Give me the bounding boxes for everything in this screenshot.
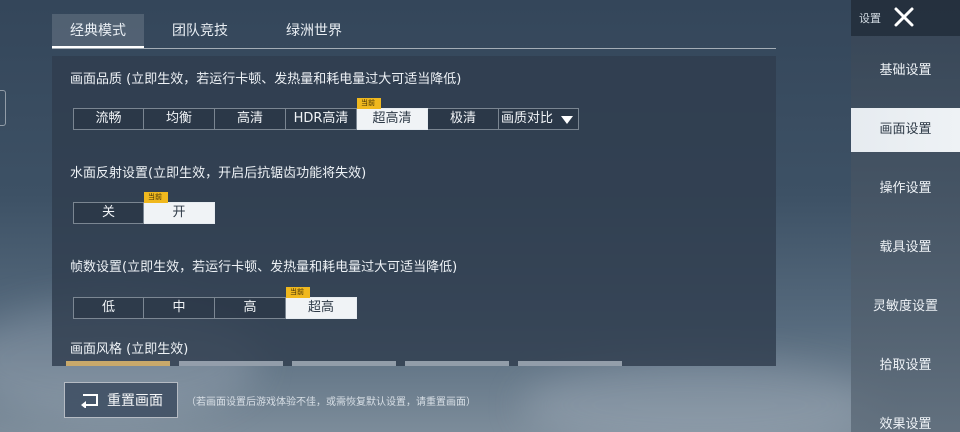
sidebar-item-effects[interactable]: 效果设置 <box>851 403 960 432</box>
tab-divider <box>52 48 776 49</box>
sidebar-item-basic[interactable]: 基础设置 <box>851 49 960 93</box>
reset-graphics-button[interactable]: 重置画面 <box>64 382 178 418</box>
background-cloud <box>520 360 880 432</box>
fps-option-ultra[interactable]: 当前 超高 <box>286 287 357 319</box>
sidebar-item-pickup[interactable]: 拾取设置 <box>851 344 960 388</box>
graphics-style-title: 画面风格 (立即生效) <box>70 342 189 357</box>
water-reflection-selector: 关 当前 开 <box>73 192 215 224</box>
quality-option-ultra-hd[interactable]: 当前 超高清 <box>357 98 428 130</box>
water-option-off[interactable]: 关 <box>73 202 144 224</box>
water-reflection-title: 水面反射设置(立即生效，开启后抗锯齿功能将失效) <box>70 166 367 181</box>
current-badge: 当前 <box>144 192 168 203</box>
current-badge: 当前 <box>286 287 310 298</box>
style-thumbnail[interactable] <box>292 361 396 366</box>
style-thumbnail[interactable] <box>405 361 509 366</box>
current-badge: 当前 <box>357 98 381 109</box>
graphics-settings-panel: 画面品质 (立即生效，若运行卡顿、发热量和耗电量过大可适当降低) 流畅 均衡 高… <box>52 56 776 366</box>
contrast-dropdown-label: 画质对比 <box>501 111 554 126</box>
graphics-style-list <box>66 361 631 366</box>
chevron-down-icon <box>561 116 573 124</box>
sidebar-item-graphics[interactable]: 画面设置 <box>851 108 960 152</box>
reset-hint-text: （若画面设置后游戏体验不佳，或需恢复默认设置，请重置画面） <box>186 397 476 408</box>
graphics-quality-title: 画面品质 (立即生效，若运行卡顿、发热量和耗电量过大可适当降低) <box>70 72 462 87</box>
frame-rate-selector: 低 中 高 当前 超高 <box>73 287 357 319</box>
fps-option-medium[interactable]: 中 <box>144 297 215 319</box>
quality-option-balanced[interactable]: 均衡 <box>144 108 215 130</box>
quality-option-extreme[interactable]: 极清 <box>428 108 499 130</box>
fps-option-label: 超高 <box>307 300 334 315</box>
frame-rate-title: 帧数设置(立即生效，若运行卡顿、发热量和耗电量过大可适当降低) <box>70 260 458 275</box>
reset-icon <box>81 394 98 408</box>
water-option-label: 开 <box>172 205 186 220</box>
style-thumbnail[interactable] <box>179 361 283 366</box>
tab-classic-mode[interactable]: 经典模式 <box>52 14 144 48</box>
quality-option-hdr-hd[interactable]: HDR高清 <box>286 108 357 130</box>
reset-graphics-label: 重置画面 <box>107 393 163 409</box>
style-thumbnail[interactable] <box>66 361 170 366</box>
sidebar-item-sensitivity[interactable]: 灵敏度设置 <box>851 285 960 329</box>
settings-header-label: 设置 <box>859 12 881 25</box>
sidebar-item-controls[interactable]: 操作设置 <box>851 167 960 211</box>
quality-option-hd[interactable]: 高清 <box>215 108 286 130</box>
water-option-on[interactable]: 当前 开 <box>144 192 215 224</box>
mode-tabs: 经典模式 团队竞技 绿洲世界 <box>52 14 382 48</box>
tab-team-deathmatch[interactable]: 团队竞技 <box>154 14 246 48</box>
contrast-dropdown[interactable]: 画质对比 <box>499 108 579 130</box>
tab-oasis-world[interactable]: 绿洲世界 <box>268 14 360 48</box>
quality-option-smooth[interactable]: 流畅 <box>73 108 144 130</box>
sidebar-item-vehicle[interactable]: 载具设置 <box>851 226 960 270</box>
close-icon[interactable] <box>891 4 917 30</box>
quality-option-label: 超高清 <box>372 111 412 126</box>
style-thumbnail[interactable] <box>518 361 622 366</box>
left-edge-handle[interactable] <box>0 90 6 126</box>
fps-option-high[interactable]: 高 <box>215 297 286 319</box>
graphics-quality-selector: 流畅 均衡 高清 HDR高清 当前 超高清 极清 画质对比 <box>73 98 579 130</box>
fps-option-low[interactable]: 低 <box>73 297 144 319</box>
